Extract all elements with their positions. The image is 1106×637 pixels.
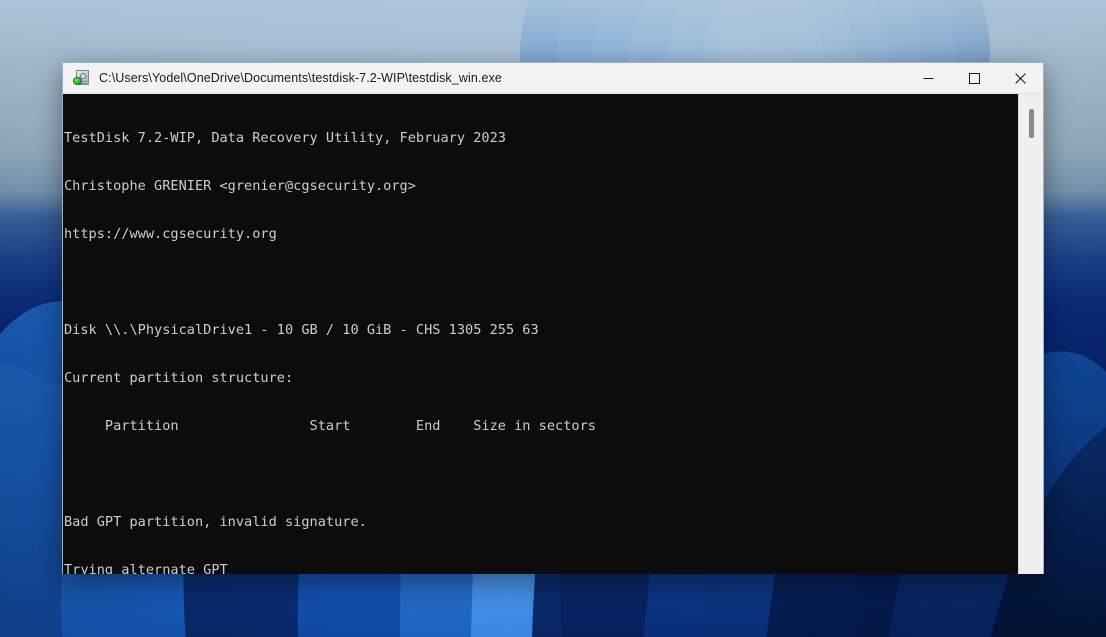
terminal-line-website: https://www.cgsecurity.org — [64, 226, 277, 242]
window-title: C:\Users\Yodel\OneDrive\Documents\testdi… — [99, 71, 502, 85]
terminal-scrollbar[interactable] — [1018, 94, 1043, 574]
terminal-line-author: Christophe GRENIER <grenier@cgsecurity.o… — [64, 178, 416, 194]
maximize-button[interactable] — [951, 63, 997, 94]
terminal-line-disk: Disk \\.\PhysicalDrive1 - 10 GB / 10 GiB… — [64, 322, 539, 338]
desktop: C:\Users\Yodel\OneDrive\Documents\testdi… — [0, 0, 1106, 637]
title-bar[interactable]: C:\Users\Yodel\OneDrive\Documents\testdi… — [63, 63, 1043, 94]
terminal-line-version: TestDisk 7.2-WIP, Data Recovery Utility,… — [64, 130, 506, 146]
partition-table-header: Partition Start End Size in sectors — [64, 418, 596, 434]
maximize-icon — [968, 72, 980, 84]
terminal-area: TestDisk 7.2-WIP, Data Recovery Utility,… — [63, 94, 1043, 574]
console-window: C:\Users\Yodel\OneDrive\Documents\testdi… — [62, 62, 1044, 574]
minimize-icon — [923, 77, 933, 79]
terminal-line-structure: Current partition structure: — [64, 370, 294, 386]
terminal-line-alt-gpt: Trying alternate GPT — [64, 562, 228, 574]
close-icon — [1014, 72, 1026, 84]
scrollbar-thumb[interactable] — [1029, 109, 1034, 138]
window-controls — [905, 63, 1043, 94]
hard-disk-icon — [73, 70, 90, 86]
terminal-output[interactable]: TestDisk 7.2-WIP, Data Recovery Utility,… — [63, 94, 1018, 574]
disk-status-badge — [73, 77, 82, 85]
close-button[interactable] — [997, 63, 1043, 94]
terminal-line-bad-gpt: Bad GPT partition, invalid signature. — [64, 514, 367, 530]
minimize-button[interactable] — [905, 63, 951, 94]
